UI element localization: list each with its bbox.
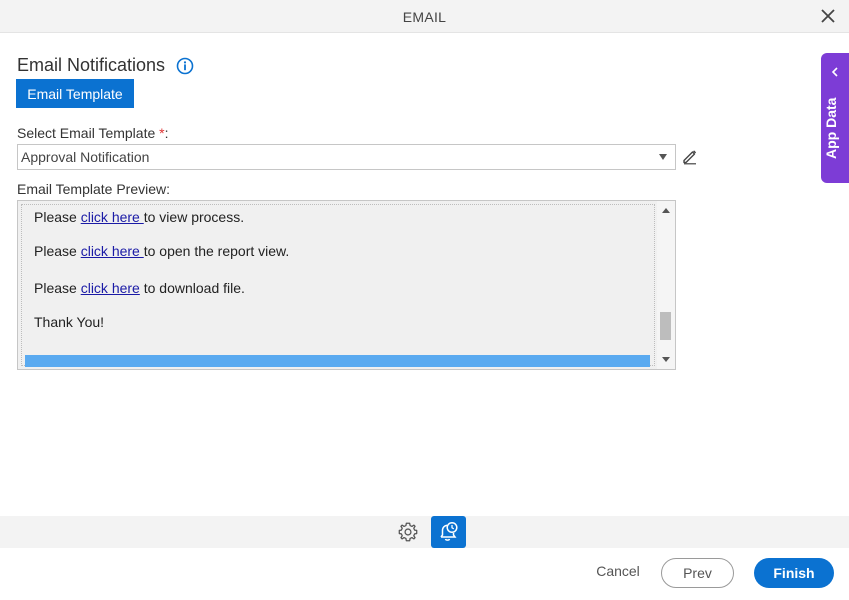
click-here-link[interactable]: click here	[81, 209, 144, 225]
preview-closing: Thank You!	[34, 314, 105, 330]
dialog-titlebar: EMAIL	[0, 0, 849, 33]
preview-line-report-view: Please click here to open the report vie…	[34, 243, 289, 259]
preview-text: Please	[34, 243, 81, 259]
preview-selection-bar	[25, 355, 650, 367]
preview-line-download: Please click here to download file.	[34, 280, 245, 296]
label-suffix: :	[164, 125, 169, 141]
gear-icon[interactable]	[397, 521, 419, 543]
preview-text: Please	[34, 280, 81, 296]
select-template-label: Select Email Template *:	[17, 125, 168, 141]
email-template-select-value: Approval Notification	[21, 149, 150, 165]
email-template-preview[interactable]: Please click here to view process. Pleas…	[17, 200, 676, 370]
scroll-thumb[interactable]	[660, 312, 671, 340]
dialog-title: EMAIL	[402, 9, 447, 25]
pencil-icon[interactable]	[681, 147, 699, 165]
bottom-toolbar	[0, 516, 849, 548]
close-icon[interactable]	[821, 9, 835, 23]
preview-text: to download file.	[139, 280, 245, 296]
tab-email-template[interactable]: Email Template	[16, 79, 134, 108]
preview-text: Please	[34, 209, 81, 225]
scroll-up-icon[interactable]	[662, 208, 670, 213]
chevron-down-icon[interactable]	[659, 154, 667, 160]
email-template-select[interactable]: Approval Notification	[17, 144, 676, 170]
select-template-label-text: Select Email Template	[17, 125, 156, 141]
app-data-label: App Data	[823, 97, 839, 159]
preview-text: to view process.	[143, 209, 245, 225]
cancel-button[interactable]: Cancel	[588, 563, 648, 579]
preview-scrollbar[interactable]	[657, 201, 675, 369]
notification-settings-button[interactable]	[431, 516, 466, 548]
preview-text: to open the report view.	[143, 243, 290, 259]
app-data-panel-toggle[interactable]: App Data	[821, 53, 849, 183]
bell-clock-icon	[440, 521, 458, 541]
click-here-link[interactable]: click here	[81, 243, 144, 259]
page-title: Email Notifications	[17, 55, 166, 75]
preview-line-view-process: Please click here to view process.	[34, 209, 244, 225]
prev-button[interactable]: Prev	[661, 558, 734, 588]
info-icon[interactable]	[176, 57, 194, 75]
scroll-down-icon[interactable]	[662, 357, 670, 362]
click-here-link[interactable]: click here	[81, 280, 140, 296]
finish-button[interactable]: Finish	[754, 558, 834, 588]
preview-label: Email Template Preview:	[17, 181, 171, 197]
